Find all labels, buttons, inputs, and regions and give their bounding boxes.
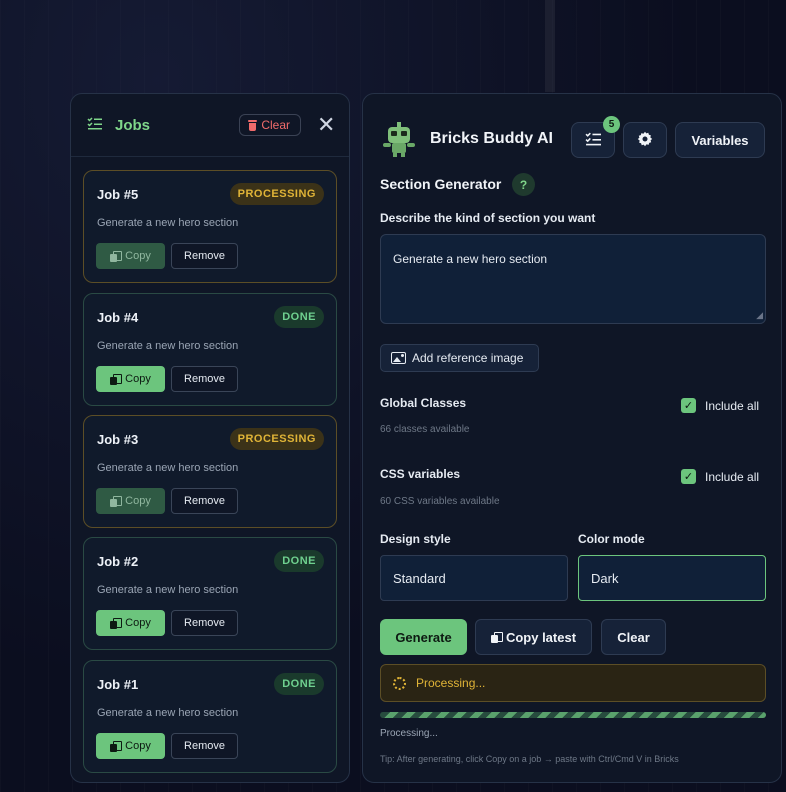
copy-label: Copy: [125, 617, 151, 629]
status-badge: DONE: [274, 550, 324, 572]
job-description: Generate a new hero section: [97, 707, 239, 719]
copy-icon: [110, 373, 123, 385]
copy-button[interactable]: Copy: [96, 366, 165, 392]
job-description: Generate a new hero section: [97, 584, 239, 596]
global-classes-count: 66 classes available: [380, 424, 470, 435]
progress-text: Processing...: [380, 728, 438, 739]
job-card: Job #2 DONE Generate a new hero section …: [83, 537, 337, 650]
help-icon[interactable]: ?: [512, 173, 535, 196]
status-banner: Processing...: [380, 664, 766, 702]
generate-button[interactable]: Generate: [380, 619, 467, 655]
tip-text: Tip: After generating, click Copy on a j…: [380, 754, 679, 764]
copy-latest-label: Copy latest: [505, 629, 577, 645]
global-classes-label: Global Classes: [380, 396, 467, 410]
copy-icon: [110, 617, 123, 629]
copy-button[interactable]: Copy: [96, 733, 165, 759]
prompt-value: Generate a new hero section: [393, 252, 548, 266]
robot-logo-icon: [383, 122, 415, 157]
job-title: Job #1: [97, 677, 139, 692]
color-mode-label: Color mode: [578, 532, 645, 546]
job-title: Job #2: [97, 554, 139, 569]
jobs-panel: Jobs Clear ✕ Job #5 PROCESSING Generate …: [70, 93, 350, 783]
status-text: Processing...: [416, 676, 486, 690]
remove-button[interactable]: Remove: [171, 610, 238, 636]
prompt-textarea[interactable]: Generate a new hero section ◢: [380, 234, 766, 324]
list-check-icon: [585, 132, 601, 149]
remove-button[interactable]: Remove: [171, 733, 238, 759]
add-reference-image-button[interactable]: Add reference image: [380, 344, 539, 372]
remove-button[interactable]: Remove: [171, 488, 238, 514]
close-icon[interactable]: ✕: [317, 114, 335, 136]
copy-label: Copy: [125, 250, 151, 262]
remove-button[interactable]: Remove: [171, 366, 238, 392]
copy-label: Copy: [125, 495, 151, 507]
job-description: Generate a new hero section: [97, 217, 239, 229]
clear-button[interactable]: Clear: [601, 619, 666, 655]
progress-bar: [380, 712, 766, 718]
remove-button[interactable]: Remove: [171, 243, 238, 269]
color-mode-value: Dark: [591, 570, 619, 586]
copy-icon: [110, 250, 123, 262]
resize-grip-icon[interactable]: ◢: [756, 310, 763, 321]
color-mode-select[interactable]: Dark: [578, 555, 766, 601]
job-description: Generate a new hero section: [97, 340, 239, 352]
css-variables-count: 60 CSS variables available: [380, 496, 500, 507]
job-title: Job #5: [97, 187, 139, 202]
design-style-value: Standard: [393, 570, 446, 586]
list-check-icon: [87, 116, 103, 134]
jobs-toggle-button[interactable]: 5: [571, 116, 620, 158]
brand: Bricks Buddy AI: [380, 121, 553, 157]
global-classes-checkbox[interactable]: ✓: [681, 398, 696, 413]
css-variables-include-label[interactable]: Include all: [705, 470, 759, 484]
spinner-icon: [393, 676, 406, 690]
jobs-title: Jobs: [115, 116, 151, 134]
copy-icon: [490, 631, 503, 643]
status-badge: DONE: [274, 673, 324, 695]
css-variables-label: CSS variables: [380, 467, 461, 481]
global-classes-include-label[interactable]: Include all: [705, 399, 759, 413]
copy-button[interactable]: Copy: [96, 488, 165, 514]
status-badge: PROCESSING: [229, 428, 324, 450]
clear-jobs-label: Clear: [261, 118, 290, 132]
trash-icon: [248, 119, 258, 131]
add-reference-image-label: Add reference image: [412, 351, 524, 365]
generator-panel: Bricks Buddy AI 5 Variables Section Gene…: [362, 93, 782, 783]
job-card: Job #3 PROCESSING Generate a new hero se…: [83, 415, 337, 528]
status-badge: DONE: [274, 306, 324, 328]
settings-button[interactable]: [623, 122, 667, 158]
status-badge: PROCESSING: [229, 183, 324, 205]
copy-icon: [110, 740, 123, 752]
job-card: Job #4 DONE Generate a new hero section …: [83, 293, 337, 406]
copy-latest-button[interactable]: Copy latest: [475, 619, 592, 655]
prompt-label: Describe the kind of section you want: [380, 211, 596, 225]
image-icon: [391, 352, 406, 364]
design-style-select[interactable]: Standard: [380, 555, 568, 601]
jobs-header: Jobs Clear ✕: [71, 94, 349, 157]
variables-button[interactable]: Variables: [675, 122, 765, 158]
job-card: Job #5 PROCESSING Generate a new hero se…: [83, 170, 337, 283]
background-divider: [545, 0, 555, 92]
copy-button[interactable]: Copy: [96, 243, 165, 269]
copy-label: Copy: [125, 740, 151, 752]
section-title: Section Generator: [380, 176, 502, 192]
jobs-count-badge: 5: [603, 116, 620, 133]
gear-icon: [637, 131, 653, 150]
copy-label: Copy: [125, 373, 151, 385]
app-name: Bricks Buddy AI: [430, 130, 553, 147]
design-style-label: Design style: [380, 532, 451, 546]
clear-jobs-button[interactable]: Clear: [239, 114, 301, 136]
job-title: Job #4: [97, 310, 139, 325]
job-card: Job #1 DONE Generate a new hero section …: [83, 660, 337, 773]
job-title: Job #3: [97, 432, 139, 447]
copy-button[interactable]: Copy: [96, 610, 165, 636]
copy-icon: [110, 495, 123, 507]
css-variables-checkbox[interactable]: ✓: [681, 469, 696, 484]
job-description: Generate a new hero section: [97, 462, 239, 474]
